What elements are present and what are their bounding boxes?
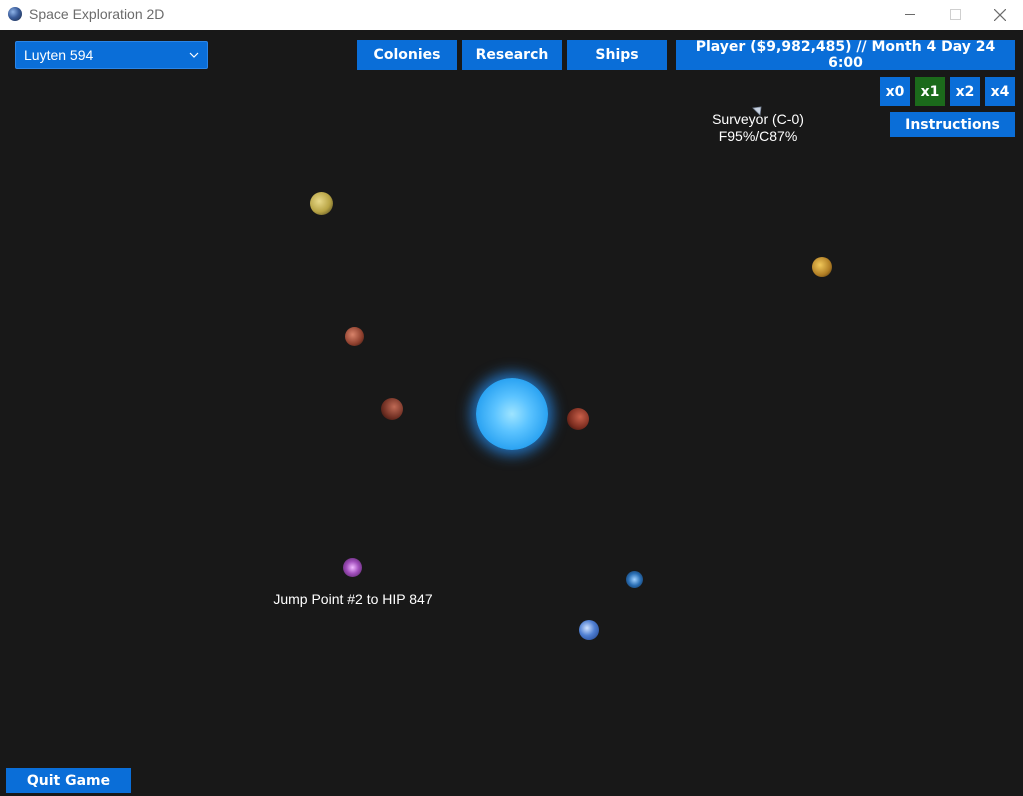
maximize-button[interactable] — [932, 0, 977, 30]
window-title: Space Exploration 2D — [29, 6, 165, 22]
title-bar: Space Exploration 2D — [0, 0, 1023, 30]
jump-point-label: Jump Point #2 to HIP 847 — [273, 591, 433, 607]
speed-x1-button[interactable]: x1 — [915, 77, 945, 106]
quit-game-button[interactable]: Quit Game — [6, 768, 131, 793]
jump-point[interactable] — [343, 558, 362, 577]
player-status-button[interactable]: Player ($9,982,485) // Month 4 Day 24 6:… — [676, 39, 1015, 71]
planet-yellow-1[interactable] — [310, 192, 333, 215]
speed-x2-button[interactable]: x2 — [950, 77, 980, 106]
planet-icon — [8, 7, 22, 21]
planet-red-1[interactable] — [345, 327, 364, 346]
close-icon — [994, 9, 1006, 21]
planet-red-3[interactable] — [567, 408, 589, 430]
ship-name-label: Surveyor (C-0) — [712, 111, 804, 127]
planet-yellow-2[interactable] — [812, 257, 832, 277]
close-button[interactable] — [977, 0, 1022, 30]
ship-status-label: F95%/C87% — [718, 128, 798, 144]
game-canvas[interactable]: Luyten 594 Colonies Research Ships Playe… — [0, 30, 1023, 796]
speed-x4-button[interactable]: x4 — [985, 77, 1015, 106]
planet-earth[interactable] — [579, 620, 599, 640]
planet-blue-small[interactable] — [626, 571, 643, 588]
colonies-button[interactable]: Colonies — [357, 40, 457, 70]
instructions-button[interactable]: Instructions — [890, 112, 1015, 137]
system-selector-value: Luyten 594 — [24, 47, 94, 63]
chevron-down-icon — [189, 52, 199, 58]
planet-red-2[interactable] — [381, 398, 403, 420]
speed-x0-button[interactable]: x0 — [880, 77, 910, 106]
star[interactable] — [476, 378, 548, 450]
ships-button[interactable]: Ships — [567, 40, 667, 70]
research-button[interactable]: Research — [462, 40, 562, 70]
minimize-button[interactable] — [887, 0, 932, 30]
system-selector[interactable]: Luyten 594 — [15, 41, 208, 69]
